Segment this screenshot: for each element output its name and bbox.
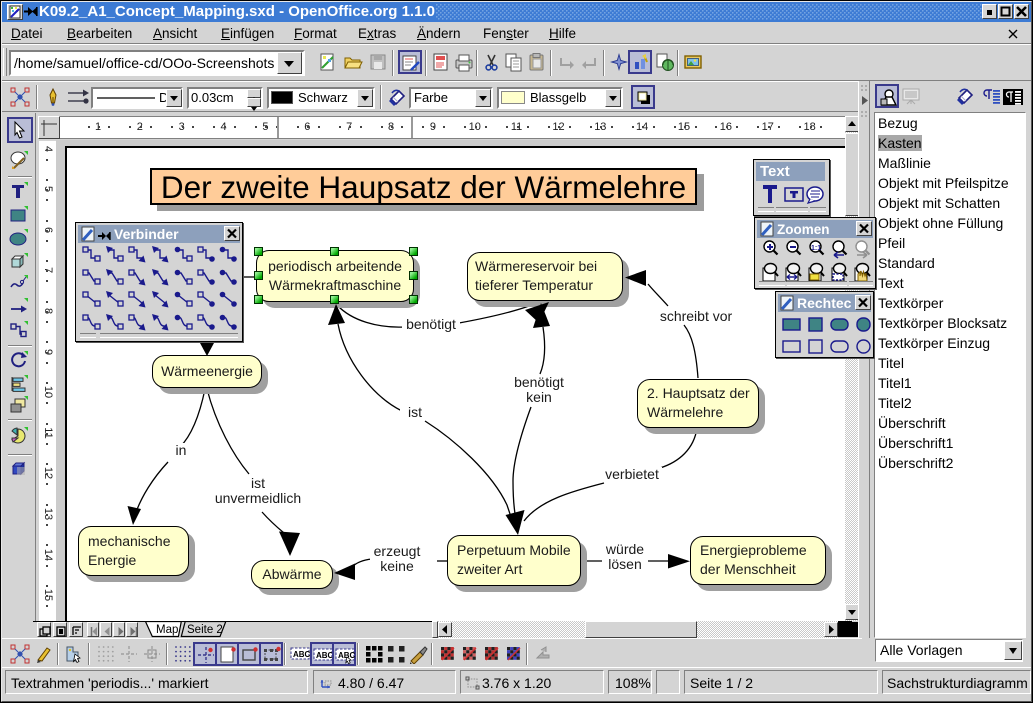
svg-text:Seite 2: Seite 2 xyxy=(187,624,223,636)
svg-text:ABC: ABC xyxy=(293,650,310,659)
svg-text:Map: Map xyxy=(156,624,178,636)
svg-text:ABC: ABC xyxy=(316,651,333,660)
svg-text:1:1: 1:1 xyxy=(811,245,821,252)
